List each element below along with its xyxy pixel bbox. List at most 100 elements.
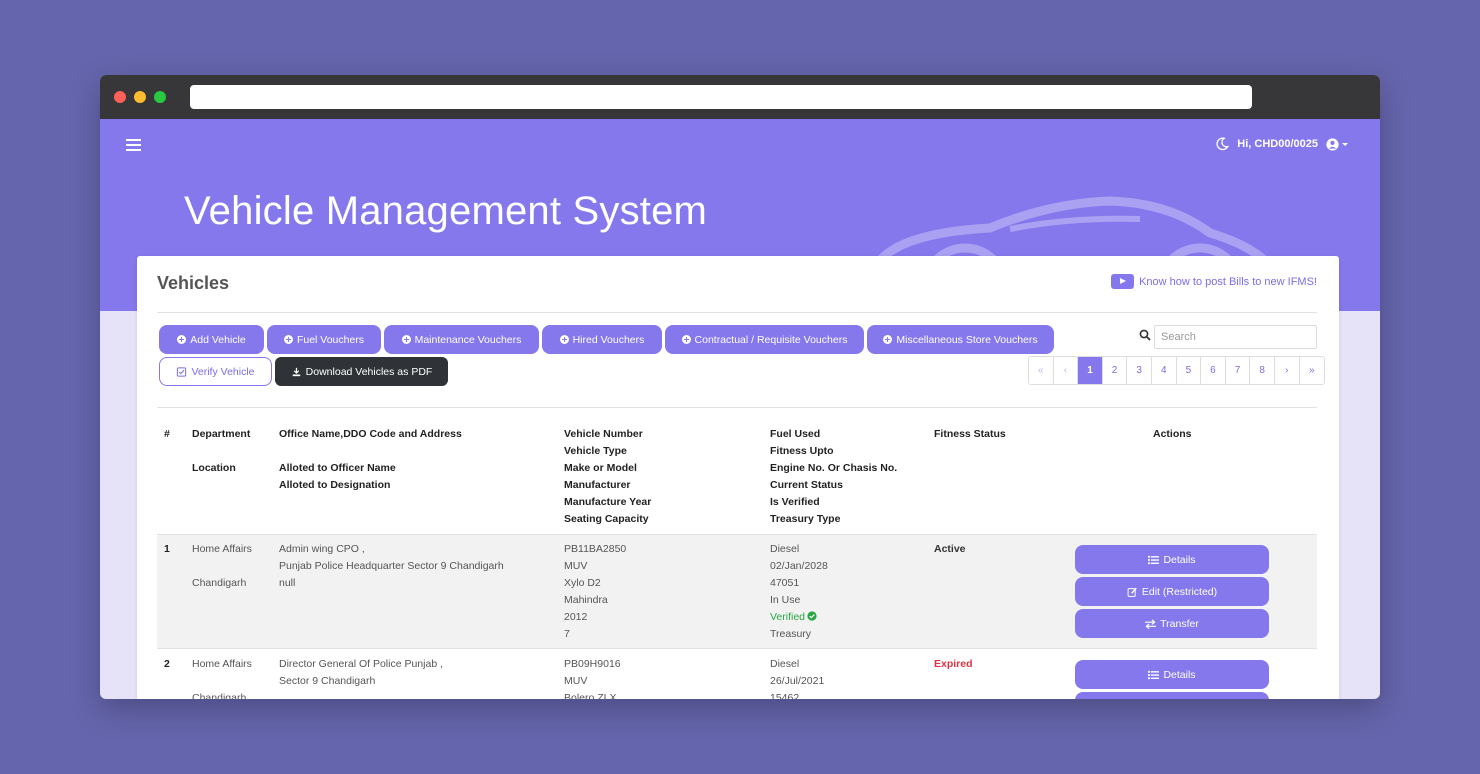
header-vehicle-number: Vehicle Number	[564, 428, 643, 440]
maximize-window-dot[interactable]	[154, 91, 166, 103]
vehicle-model: Xylo D2	[564, 577, 601, 589]
verified-status: Verified	[770, 609, 828, 626]
header-officer-name: Alloted to Officer Name	[279, 462, 396, 474]
header-fuel-col: Fuel Used Fitness Upto Engine No. Or Cha…	[770, 426, 897, 528]
edit-icon	[1127, 587, 1137, 597]
row-office: Admin wing CPO , Punjab Police Headquart…	[279, 541, 504, 592]
header-department: Department	[192, 428, 251, 440]
header-vehicle-col: Vehicle Number Vehicle Type Make or Mode…	[564, 426, 651, 528]
row-fuel: Diesel 26/Jul/2021 15462	[770, 656, 824, 699]
office-address: Sector 9 Chandigarh	[279, 675, 376, 687]
list-icon	[1148, 555, 1160, 564]
fitness-status-badge: Expired	[934, 658, 973, 670]
office-name: Director General Of Police Punjab ,	[279, 658, 443, 670]
pagination-page-8[interactable]: 8	[1250, 357, 1275, 384]
misc-store-vouchers-button[interactable]: Miscellaneous Store Vouchers	[867, 325, 1054, 354]
transfer-button[interactable]: Transfer	[1075, 609, 1269, 638]
pagination-prev[interactable]: ‹	[1053, 357, 1079, 384]
hamburger-menu-icon[interactable]	[126, 139, 141, 151]
search-input[interactable]	[1154, 325, 1317, 349]
row-location: Chandigarh	[192, 692, 247, 699]
vehicle-number: PB09H9016	[564, 658, 621, 670]
plus-circle-icon	[283, 335, 293, 344]
download-pdf-button[interactable]: Download Vehicles as PDF	[275, 357, 448, 386]
help-link-text: Know how to post Bills to new IFMS!	[1139, 275, 1317, 288]
pagination: « ‹ 1 2 3 4 5 6 7 8 › »	[1028, 356, 1326, 385]
vehicle-seating: 7	[564, 628, 570, 640]
check-square-icon	[177, 366, 187, 377]
plus-circle-icon	[177, 335, 187, 344]
plus-circle-icon	[681, 335, 691, 344]
pagination-page-1[interactable]: 1	[1078, 357, 1103, 384]
header-treasury-type: Treasury Type	[770, 513, 841, 525]
vehicle-model: Bolero ZLX	[564, 692, 617, 699]
add-vehicle-button[interactable]: Add Vehicle	[159, 325, 264, 354]
row-fuel: Diesel 02/Jan/2028 47051 In Use Verified…	[770, 541, 828, 643]
pagination-page-4[interactable]: 4	[1151, 357, 1177, 384]
header-current-status: Current Status	[770, 479, 843, 491]
edit-restricted-button[interactable]	[1075, 692, 1269, 699]
pagination-page-2[interactable]: 2	[1102, 357, 1128, 384]
pagination-page-5[interactable]: 5	[1176, 357, 1202, 384]
row-num: 1	[164, 543, 170, 555]
officer-name: null	[279, 577, 296, 589]
address-bar[interactable]	[190, 85, 1252, 109]
fuel-used: Diesel	[770, 658, 800, 670]
search-icon	[1139, 329, 1151, 341]
pagination-next[interactable]: ›	[1274, 357, 1300, 384]
office-name: Admin wing CPO ,	[279, 543, 365, 555]
header-fuel-used: Fuel Used	[770, 428, 821, 440]
header-num: #	[164, 428, 170, 440]
fitness-upto: 02/Jan/2028	[770, 560, 828, 572]
row-vehicle: PB09H9016 MUV Bolero ZLX	[564, 656, 621, 699]
vehicles-card: Vehicles Know how to post Bills to new I…	[137, 256, 1339, 699]
plus-circle-icon	[559, 335, 569, 344]
card-title: Vehicles	[157, 273, 230, 293]
row-location: Chandigarh	[192, 577, 247, 589]
user-greeting[interactable]: Hi, CHD00/0025	[1237, 138, 1318, 150]
check-circle-icon	[807, 611, 817, 621]
page-title: Vehicle Management System	[184, 189, 708, 233]
dark-mode-moon-icon[interactable]	[1215, 137, 1230, 151]
header-manufacturer: Manufacturer	[564, 479, 631, 491]
fuel-used: Diesel	[770, 543, 800, 555]
minimize-window-dot[interactable]	[134, 91, 146, 103]
fitness-status-badge: Active	[934, 543, 966, 555]
header-office: Office Name,DDO Code and Address	[279, 428, 462, 440]
pagination-last[interactable]: »	[1299, 357, 1325, 384]
pagination-page-3[interactable]: 3	[1127, 357, 1152, 384]
vehicle-type: MUV	[564, 675, 588, 687]
ifms-help-link[interactable]: Know how to post Bills to new IFMS!	[1111, 274, 1317, 289]
youtube-play-icon	[1111, 274, 1135, 289]
browser-titlebar	[100, 75, 1380, 119]
vehicle-year: 2012	[564, 611, 588, 623]
details-button[interactable]: Details	[1075, 545, 1269, 574]
details-button[interactable]: Details	[1075, 660, 1269, 689]
plus-circle-icon	[883, 335, 893, 344]
edit-restricted-button[interactable]: Edit (Restricted)	[1075, 577, 1269, 606]
vehicle-type: MUV	[564, 560, 588, 572]
fuel-vouchers-button[interactable]: Fuel Vouchers	[267, 325, 381, 354]
pagination-page-7[interactable]: 7	[1225, 357, 1251, 384]
close-window-dot[interactable]	[114, 91, 126, 103]
pagination-page-6[interactable]: 6	[1201, 357, 1226, 384]
header-fitness-upto: Fitness Upto	[770, 445, 834, 457]
current-status: In Use	[770, 594, 801, 606]
header-manufacture-year: Manufacture Year	[564, 496, 652, 508]
verify-vehicle-button[interactable]: Verify Vehicle	[159, 357, 272, 386]
pagination-first[interactable]: «	[1029, 357, 1054, 384]
header-vehicle-type: Vehicle Type	[564, 445, 627, 457]
row-vehicle: PB11BA2850 MUV Xylo D2 Mahindra 2012 7	[564, 541, 626, 643]
row-department: Home Affairs	[192, 658, 252, 670]
header-seating-capacity: Seating Capacity	[564, 513, 649, 525]
download-icon	[292, 367, 300, 376]
vehicle-number: PB11BA2850	[564, 543, 627, 555]
vehicle-manufacturer: Mahindra	[564, 594, 608, 606]
user-circle-icon[interactable]	[1326, 137, 1339, 151]
header-fitness-status: Fitness Status	[934, 428, 1006, 440]
contractual-vouchers-button[interactable]: Contractual / Requisite Vouchers	[665, 325, 864, 354]
maintenance-vouchers-button[interactable]: Maintenance Vouchers	[384, 325, 539, 354]
header-designation: Alloted to Designation	[279, 479, 391, 491]
hired-vouchers-button[interactable]: Hired Vouchers	[542, 325, 662, 354]
chevron-down-icon[interactable]	[1342, 142, 1348, 146]
